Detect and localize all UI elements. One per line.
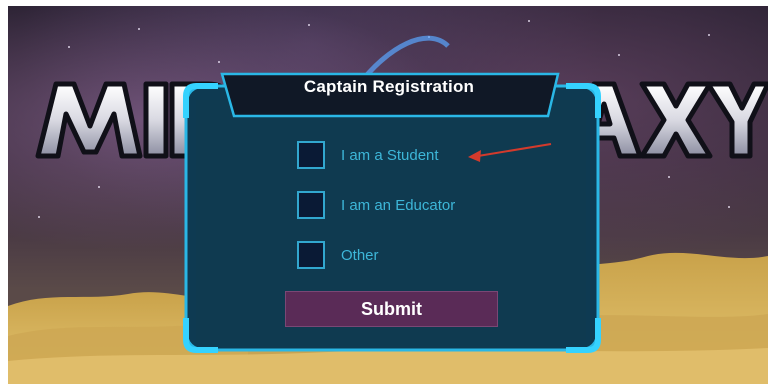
student-checkbox[interactable] [297,141,325,169]
other-checkbox[interactable] [297,241,325,269]
educator-checkbox[interactable] [297,191,325,219]
student-label: I am a Student [341,146,439,164]
educator-label: I am an Educator [341,196,456,214]
dialog-title: Captain Registration [303,77,475,96]
option-student[interactable]: I am a Student [297,141,439,169]
other-label: Other [341,246,379,264]
submit-button[interactable]: Submit [285,291,498,327]
option-educator[interactable]: I am an Educator [297,191,455,219]
option-other[interactable]: Other [297,241,379,269]
